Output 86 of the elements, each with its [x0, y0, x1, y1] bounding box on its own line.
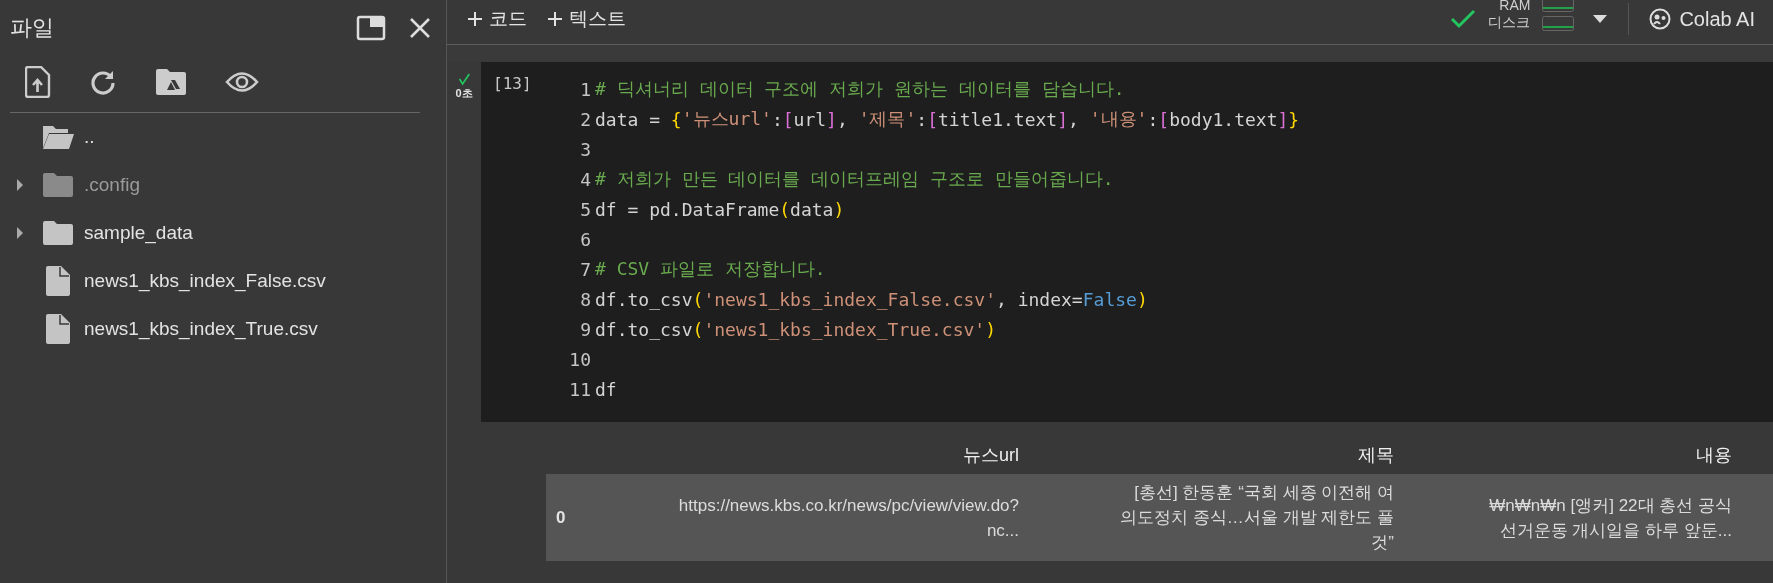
code-token: df.to_csv: [595, 288, 693, 310]
code-token: [: [1158, 108, 1170, 130]
line-number: 3: [579, 138, 592, 160]
run-duration: 0초: [455, 86, 473, 101]
code-comment: # 딕셔너리 데이터 구조에 저희가 원하는 데이터를 담습니다.: [595, 77, 1125, 101]
code-token: df = pd.DataFrame: [595, 198, 780, 220]
column-header: 제목: [1358, 445, 1394, 465]
line-number: 5: [579, 198, 592, 220]
code-token: [: [782, 108, 794, 130]
code-token: ): [833, 198, 845, 220]
code-token: '뉴스url': [681, 107, 772, 131]
code-token: body1.text: [1169, 108, 1278, 130]
refresh-icon[interactable]: [89, 68, 117, 96]
dropdown-icon[interactable]: [1592, 14, 1609, 24]
code-token: url: [793, 108, 827, 130]
colab-ai-button[interactable]: Colab AI: [1649, 7, 1773, 31]
file-name[interactable]: sample_data: [84, 222, 193, 244]
line-number: 7: [579, 258, 592, 280]
code-token: ,: [836, 108, 849, 130]
code-token: ]: [826, 108, 837, 130]
line-number: 9: [579, 318, 592, 340]
code-token: {: [670, 108, 682, 130]
code-token: df.to_csv: [595, 318, 693, 340]
code-token: :: [771, 108, 783, 130]
code-comment: # CSV 파일로 저장합니다.: [595, 257, 826, 281]
upload-icon[interactable]: [25, 66, 51, 98]
code-token: title1.text: [938, 108, 1058, 130]
line-number: 2: [579, 108, 592, 130]
code-token: (: [692, 318, 704, 340]
code-token: [: [927, 108, 938, 130]
code-token: df: [595, 378, 617, 400]
code-comment: # 저희가 만든 데이터를 데이터프레임 구조로 만들어줍니다.: [595, 167, 1114, 191]
open-folder-icon: [42, 124, 74, 150]
code-token: :: [916, 108, 928, 130]
eye-icon[interactable]: [225, 71, 259, 93]
code-token: :: [1147, 108, 1159, 130]
resource-label: 디스크: [1488, 14, 1531, 31]
face-icon: [1649, 8, 1672, 30]
usage-meter: [1542, 16, 1575, 31]
line-number: 6: [579, 228, 592, 250]
row-index: 0: [556, 507, 566, 528]
file-name[interactable]: ..: [84, 126, 95, 148]
execution-count: [13]: [492, 74, 533, 95]
table-cell-text: [총선] 한동훈 “국회 세종 이전해 여 의도정치 종식…서울 개발 제한도 풀 것”: [1120, 482, 1394, 554]
code-token: 'news1_kbs_index_False.csv': [703, 288, 996, 310]
line-number: 4: [579, 168, 592, 190]
code-token: , index=: [996, 288, 1083, 310]
column-header: 뉴스url: [963, 445, 1019, 465]
file-icon: [45, 314, 71, 344]
code-token: False: [1082, 288, 1137, 310]
file-name[interactable]: .config: [84, 174, 140, 196]
folder-icon: [42, 220, 74, 246]
line-number: 1: [579, 78, 592, 100]
column-header: 내용: [1696, 445, 1732, 465]
code-token: (: [779, 198, 791, 220]
add-code-button[interactable]: 코드: [467, 6, 527, 32]
resource-label: RAM: [1499, 0, 1531, 14]
table-cell-text: ₩n₩n₩n [앵커] 22대 총선 공식 선거운동 개시일을 하루 앞둔...: [1489, 494, 1732, 542]
code-token: }: [1288, 108, 1300, 130]
code-token: data =: [595, 108, 662, 130]
plus-icon: [547, 11, 563, 27]
file-name[interactable]: news1_kbs_index_True.csv: [84, 318, 318, 340]
drive-folder-icon[interactable]: [155, 68, 187, 96]
close-icon[interactable]: [408, 16, 432, 40]
code-token: ): [985, 318, 996, 340]
window-icon[interactable]: [356, 15, 386, 41]
code-token: (: [692, 288, 704, 310]
file-icon: [45, 266, 71, 296]
code-token: '제목': [858, 107, 917, 131]
plus-icon: [467, 11, 483, 27]
code-token: ]: [1057, 108, 1069, 130]
code-token: '내용': [1089, 107, 1148, 131]
code-token: ,: [1068, 108, 1080, 130]
file-name[interactable]: news1_kbs_index_False.csv: [84, 270, 326, 292]
add-text-button[interactable]: 텍스트: [547, 6, 626, 32]
code-token: ): [1136, 288, 1148, 310]
line-number: 8: [579, 288, 592, 310]
code-token: ]: [1277, 108, 1289, 130]
table-cell-text: https://news.kbs.co.kr/news/pc/view/view.do? nc...: [678, 494, 1019, 542]
line-number: 10: [568, 348, 592, 370]
connected-check-icon: [1450, 8, 1477, 30]
panel-title: 파일: [10, 14, 55, 42]
code-token: 'news1_kbs_index_True.csv': [703, 318, 986, 340]
code-token: data: [790, 198, 834, 220]
line-number: 11: [568, 378, 592, 400]
folder-icon: [42, 172, 74, 198]
